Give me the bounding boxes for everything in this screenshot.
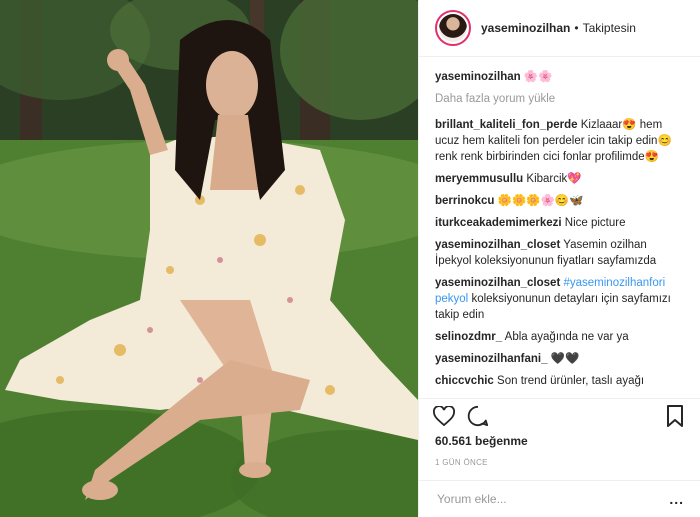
- caption: yaseminozilhan 🌸🌸: [435, 69, 684, 85]
- comment-item: yaseminozilhan_closet Yasemin ozilhan İp…: [435, 237, 684, 269]
- comment-username[interactable]: chiccvchic: [435, 375, 494, 387]
- comment-text: Nice picture: [564, 217, 626, 229]
- comment-item: berrinokcu 🌼🌼🌼🌸😊🦋: [435, 193, 684, 209]
- comment-username[interactable]: berrinokcu: [435, 195, 494, 207]
- comment-icon: [467, 405, 489, 426]
- comment-item: yaseminozilhan_closet #yaseminozilhanfor…: [435, 275, 684, 323]
- comment-text: 🖤🖤: [550, 353, 580, 365]
- post-sidebar: yaseminozilhan • Takiptesin yaseminozilh…: [418, 0, 700, 517]
- header-username[interactable]: yaseminozilhan: [481, 21, 570, 35]
- follow-status[interactable]: Takiptesin: [583, 21, 636, 35]
- header-separator: •: [574, 21, 579, 35]
- like-button[interactable]: [431, 403, 457, 429]
- post-header: yaseminozilhan • Takiptesin: [419, 0, 700, 57]
- avatar[interactable]: [435, 10, 471, 46]
- comment-text: Abla ayağında ne var ya: [504, 331, 629, 343]
- comment-username[interactable]: yaseminozilhanfani_: [435, 353, 547, 365]
- action-bar: [419, 398, 700, 432]
- comments-list[interactable]: yaseminozilhan 🌸🌸 Daha fazla yorum yükle…: [419, 57, 700, 395]
- comment-item: brillant_kaliteli_fon_perde Kizlaaar😍 he…: [435, 117, 684, 165]
- instagram-post: yaseminozilhan • Takiptesin yaseminozilh…: [0, 0, 700, 517]
- comment-item: yaseminozilhanfani_ 🖤🖤: [435, 351, 684, 367]
- comment-input[interactable]: [435, 491, 639, 507]
- post-timestamp[interactable]: 1 GÜN ÖNCE: [435, 458, 488, 467]
- add-comment-bar: ...: [419, 480, 700, 517]
- photo-illustration: [0, 0, 418, 517]
- save-button[interactable]: [662, 403, 688, 429]
- comment-item: iturkceakademimerkezi Nice picture: [435, 215, 684, 231]
- comment-text: Kibarcik💖: [526, 173, 582, 185]
- comment-text: 🌼🌼🌼🌸😊🦋: [497, 195, 584, 207]
- comment-text: koleksiyonunun detayları için sayfamızı …: [435, 293, 671, 321]
- more-options-button[interactable]: ...: [669, 491, 684, 507]
- comment-username[interactable]: selinozdmr_: [435, 331, 502, 343]
- comment-button[interactable]: [465, 403, 491, 429]
- comment-username[interactable]: brillant_kaliteli_fon_perde: [435, 119, 578, 131]
- comment-item: chiccvchic Son trend ürünler, taslı ayağ…: [435, 373, 684, 389]
- post-photo[interactable]: [0, 0, 418, 517]
- comment-username[interactable]: yaseminozilhan_closet: [435, 277, 560, 289]
- heart-icon: [433, 405, 455, 426]
- comment-username[interactable]: iturkceakademimerkezi: [435, 217, 562, 229]
- bookmark-icon: [667, 404, 683, 427]
- comment-username[interactable]: meryemmusullu: [435, 173, 523, 185]
- caption-text: 🌸🌸: [523, 71, 553, 83]
- comment-item: meryemmusullu Kibarcik💖: [435, 171, 684, 187]
- comment-username[interactable]: yaseminozilhan_closet: [435, 239, 560, 251]
- comment-item: selinozdmr_ Abla ayağında ne var ya: [435, 329, 684, 345]
- caption-username[interactable]: yaseminozilhan: [435, 71, 521, 83]
- load-more-comments[interactable]: Daha fazla yorum yükle: [435, 91, 684, 107]
- comment-text: Son trend ürünler, taslı ayağı: [497, 375, 645, 387]
- likes-count[interactable]: 60.561 beğenme: [435, 434, 528, 448]
- avatar-image: [439, 14, 467, 42]
